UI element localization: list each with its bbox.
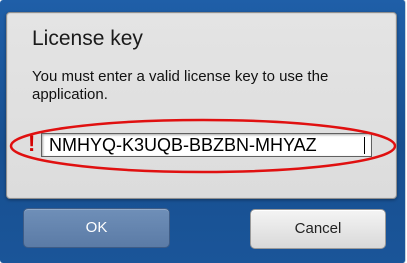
cancel-button[interactable]: Cancel (250, 209, 386, 249)
dialog-title: License key (32, 27, 143, 50)
ok-button[interactable]: OK (23, 208, 170, 248)
license-key-input[interactable]: NMHYQ-K3UQB-BBZBN-MHYAZ (41, 133, 372, 157)
dialog-message: You must enter a valid license key to us… (32, 68, 329, 103)
warning-icon: ! (28, 131, 36, 156)
text-caret (364, 137, 365, 154)
